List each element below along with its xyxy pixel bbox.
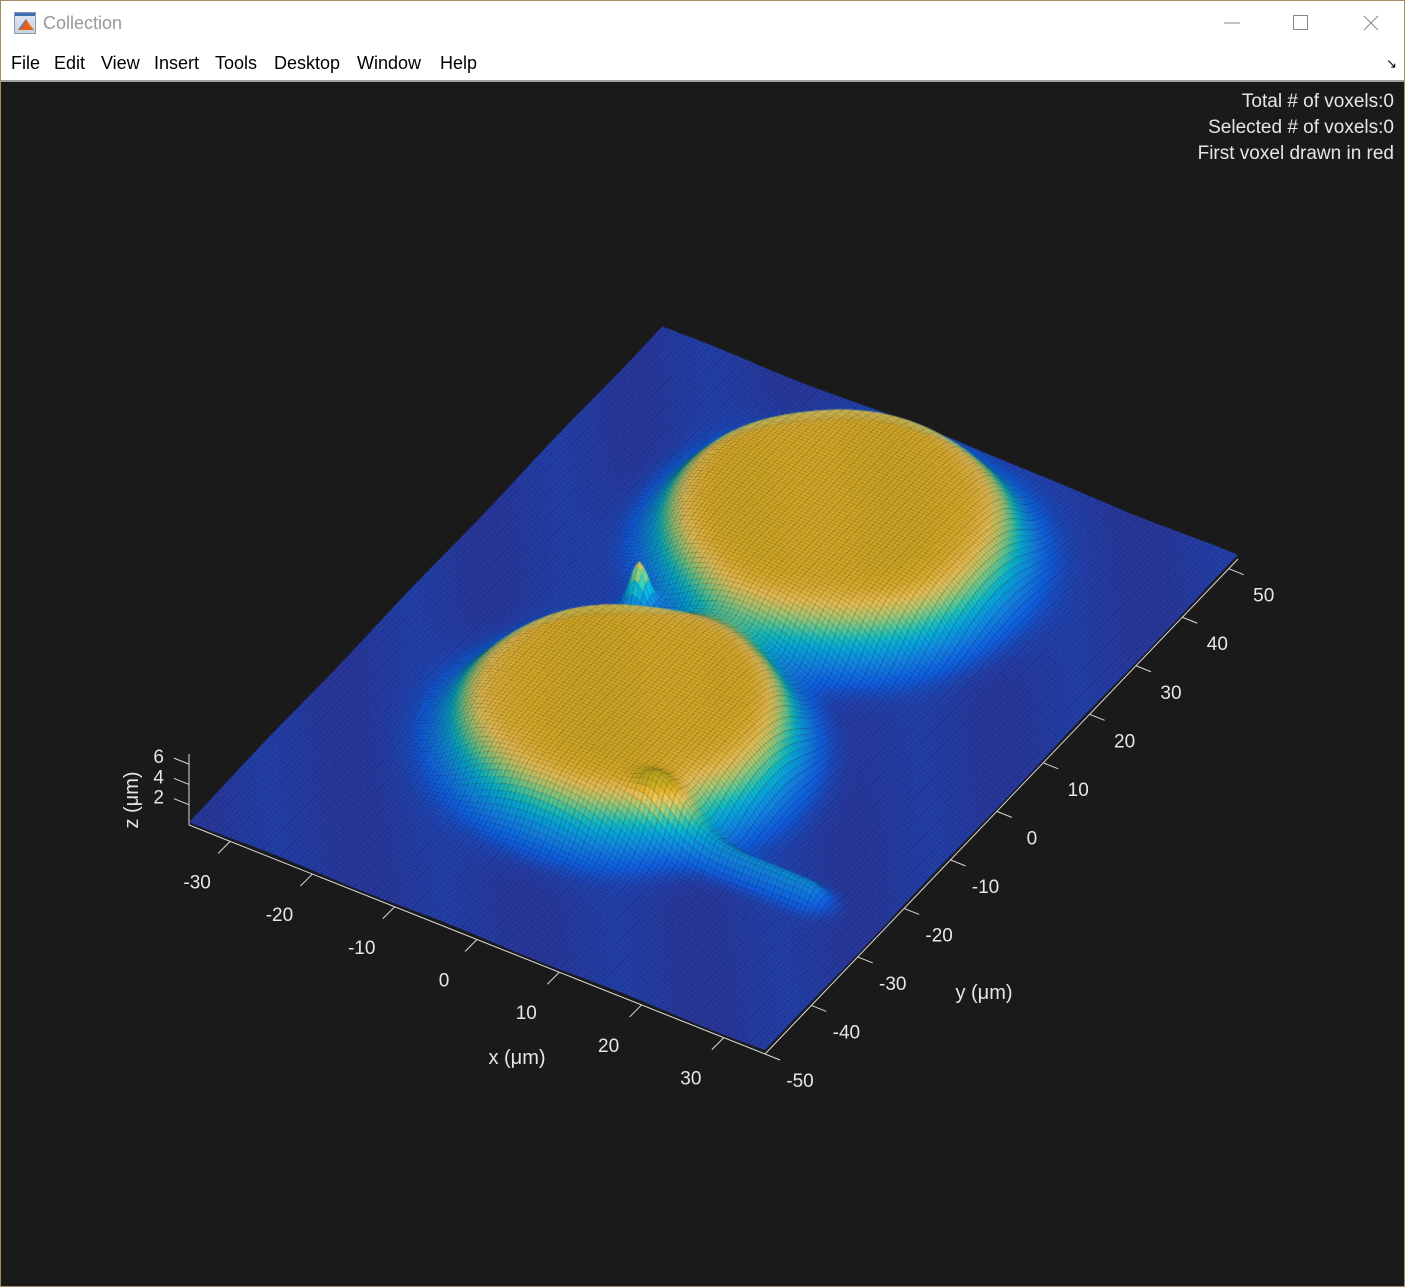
selected-voxels-label: Selected # of voxels:0	[1208, 117, 1394, 138]
matlab-figure-window: Collection File Edit View Insert Tools D…	[0, 0, 1405, 1287]
total-voxels-label: Total # of voxels:0	[1241, 91, 1394, 112]
figure-canvas-area[interactable]: -30 -20 -10 0 10 20 30 -50 -40 -30 -20 -10 0 10 20 30 40…	[2, 82, 1404, 1286]
menu-window[interactable]: Window	[357, 53, 421, 74]
y-tick-mark	[1135, 665, 1152, 673]
y-tick-mark	[1228, 568, 1244, 576]
close-button[interactable]	[1348, 1, 1394, 46]
y-tick-mark	[764, 1053, 781, 1061]
x-tick-label: -30	[183, 872, 210, 893]
x-axis-title: x (μm)	[488, 1047, 545, 1069]
maximize-button[interactable]	[1278, 1, 1324, 46]
y-tick-mark	[996, 810, 1013, 818]
menu-bar: File Edit View Insert Tools Desktop Wind…	[1, 46, 1404, 82]
title-bar[interactable]: Collection	[1, 1, 1404, 46]
menu-view[interactable]: View	[101, 53, 140, 74]
close-icon	[1363, 15, 1379, 31]
z-tick-label: 4	[153, 767, 164, 788]
y-tick-label: 30	[1160, 683, 1181, 704]
first-voxel-note: First voxel drawn in red	[1197, 143, 1394, 164]
z-tick-mark	[173, 757, 190, 765]
y-tick-mark	[950, 859, 966, 867]
x-tick-label: 0	[439, 971, 450, 992]
z-tick-label: 6	[153, 747, 164, 768]
x-tick-mark	[300, 873, 313, 887]
y-tick-mark	[857, 956, 873, 964]
y-tick-label: 10	[1068, 780, 1089, 801]
menu-tools[interactable]: Tools	[215, 53, 257, 74]
x-tick-label: -20	[266, 905, 293, 926]
z-tick-mark	[173, 777, 190, 785]
menu-help[interactable]: Help	[440, 53, 477, 74]
x-tick-mark	[546, 971, 560, 985]
y-tick-mark	[1089, 713, 1105, 721]
y-tick-label: -10	[972, 877, 999, 898]
x-tick-mark	[217, 841, 231, 854]
maximize-icon	[1293, 15, 1308, 30]
menu-file[interactable]: File	[11, 53, 40, 74]
x-tick-mark	[711, 1037, 725, 1050]
matlab-logo-icon	[14, 12, 36, 34]
y-tick-mark	[1182, 616, 1198, 624]
x-tick-label: 30	[680, 1069, 701, 1090]
menu-edit[interactable]: Edit	[54, 53, 85, 74]
y-tick-label: -50	[786, 1071, 813, 1092]
menu-desktop[interactable]: Desktop	[274, 53, 340, 74]
menu-insert[interactable]: Insert	[154, 53, 199, 74]
dock-figure-icon[interactable]: ↘	[1386, 56, 1397, 72]
y-tick-label: -30	[879, 974, 906, 995]
y-tick-label: -40	[833, 1022, 860, 1043]
plot-axes: -30 -20 -10 0 10 20 30 -50 -40 -30 -20 -10 0 10 20 30 40…	[121, 558, 1274, 1092]
y-tick-label: 0	[1027, 828, 1038, 849]
minimize-button[interactable]	[1209, 1, 1255, 46]
y-tick-label: -20	[925, 925, 952, 946]
y-axis-line	[764, 558, 1239, 1055]
x-tick-label: 20	[598, 1036, 619, 1057]
y-tick-label: 20	[1114, 731, 1135, 752]
x-tick-mark	[464, 939, 478, 952]
y-tick-label: 50	[1253, 586, 1274, 607]
z-axis-title: z (μm)	[121, 771, 143, 828]
y-tick-mark	[1043, 762, 1059, 770]
x-tick-label: 10	[516, 1003, 537, 1024]
y-tick-mark	[903, 907, 920, 915]
window-title: Collection	[43, 13, 123, 33]
y-tick-mark	[811, 1005, 827, 1012]
x-tick-mark	[629, 1004, 642, 1018]
y-axis-title: y (μm)	[955, 982, 1012, 1004]
z-tick-mark	[173, 798, 190, 806]
x-tick-mark	[382, 906, 396, 920]
minimize-icon	[1224, 22, 1240, 24]
y-tick-label: 40	[1207, 634, 1228, 655]
z-tick-label: 2	[153, 788, 164, 809]
x-tick-label: -10	[348, 938, 375, 959]
